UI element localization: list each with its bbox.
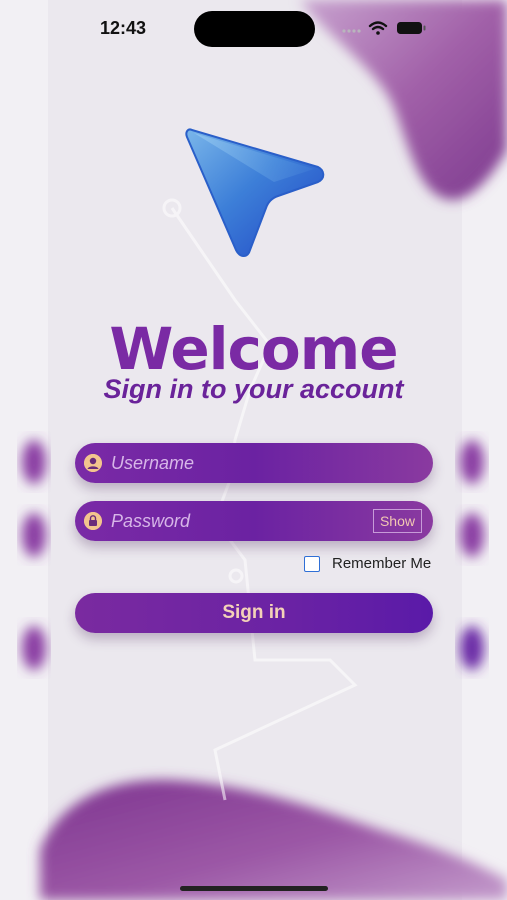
sign-in-button[interactable]: Sign in <box>75 593 433 633</box>
home-indicator[interactable] <box>180 886 328 891</box>
remember-me-label: Remember Me <box>332 555 432 572</box>
remember-me-checkbox[interactable] <box>304 556 320 572</box>
password-placeholder: Password <box>111 511 191 531</box>
status-time: 12:43 <box>100 18 147 38</box>
dynamic-island <box>194 11 315 47</box>
username-field[interactable]: Username <box>75 443 433 483</box>
user-icon <box>84 454 102 472</box>
battery-icon <box>397 22 426 34</box>
password-field[interactable]: Password Show <box>75 501 433 541</box>
status-icons <box>342 21 426 35</box>
show-password-button[interactable]: Show <box>372 509 422 533</box>
remember-me[interactable]: Remember Me <box>304 555 444 573</box>
status-bar: 12:43 <box>0 0 507 58</box>
wifi-icon <box>368 21 388 35</box>
page-title: Welcome <box>109 315 398 383</box>
navigation-arrow-icon <box>185 128 325 257</box>
signal-dots-icon <box>342 29 361 33</box>
page-subtitle: Sign in to your account <box>103 374 404 404</box>
lock-icon <box>84 512 102 530</box>
username-placeholder: Username <box>111 453 195 473</box>
